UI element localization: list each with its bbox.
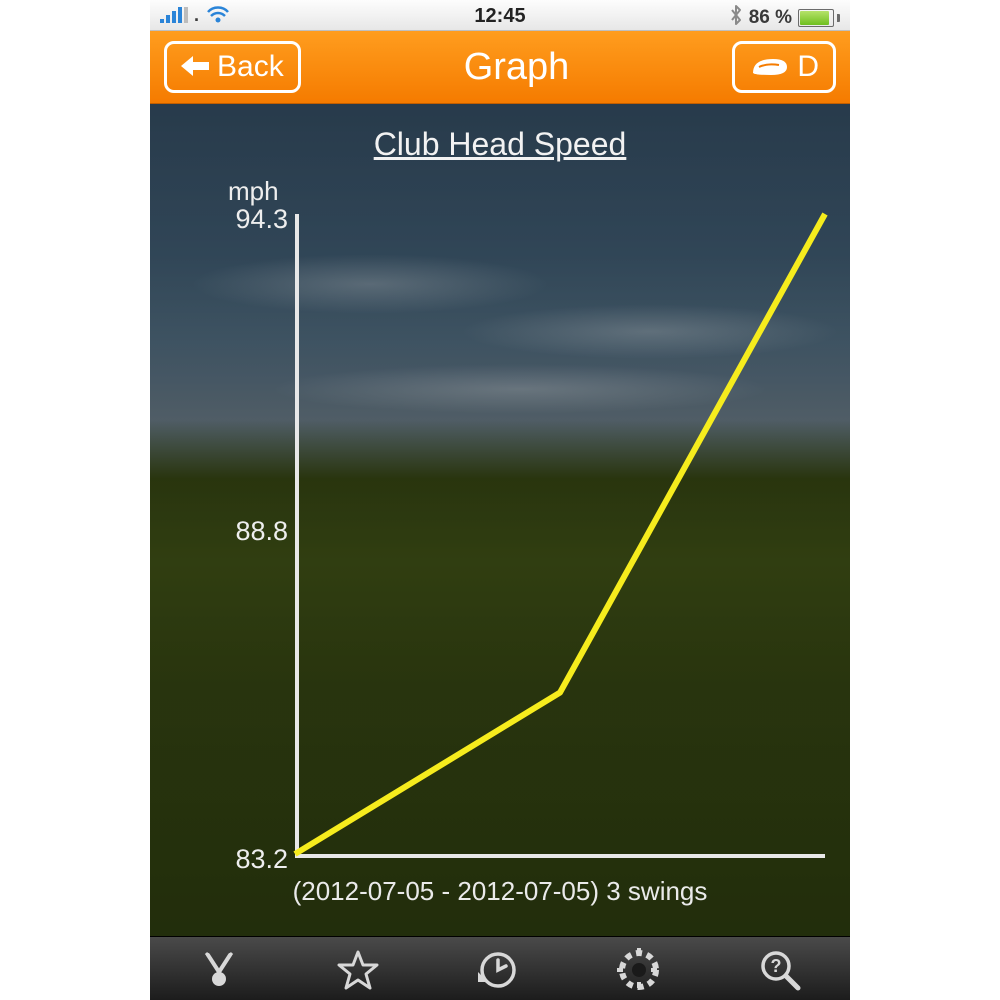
tab-bar: ? <box>150 936 850 1000</box>
y-tick-max: 94.3 <box>210 204 288 235</box>
x-axis-line <box>295 854 825 858</box>
history-icon[interactable] <box>476 948 520 992</box>
chart-line <box>295 214 825 854</box>
battery-icon <box>798 9 840 27</box>
swings-icon[interactable] <box>198 949 240 991</box>
y-tick-min: 83.2 <box>210 844 288 875</box>
gear-icon[interactable] <box>616 947 662 993</box>
chart-caption: (2012-07-05 - 2012-07-05) 3 swings <box>150 876 850 907</box>
driver-club-icon <box>749 53 789 81</box>
y-axis-unit: mph <box>228 176 279 207</box>
star-icon[interactable] <box>336 948 380 992</box>
back-arrow-icon <box>181 50 209 84</box>
club-label: D <box>797 50 819 84</box>
chart-title[interactable]: Club Head Speed <box>150 104 850 163</box>
page-title: Graph <box>301 46 733 89</box>
y-tick-mid: 88.8 <box>210 516 288 547</box>
battery-percent: 86 % <box>749 7 792 29</box>
nav-bar: Back Graph D <box>150 31 850 104</box>
back-button[interactable]: Back <box>164 41 301 93</box>
status-right: 86 % <box>729 4 840 32</box>
chart-area: Club Head Speed mph 94.3 88.8 83.2 (2012… <box>150 104 850 936</box>
back-label: Back <box>217 50 284 84</box>
svg-text:?: ? <box>771 956 782 976</box>
club-select-button[interactable]: D <box>732 41 836 93</box>
bluetooth-icon <box>729 4 743 32</box>
status-bar: . 12:45 86 % <box>150 0 850 31</box>
help-icon[interactable]: ? <box>758 948 802 992</box>
phone-frame: . 12:45 86 % <box>150 0 850 1000</box>
